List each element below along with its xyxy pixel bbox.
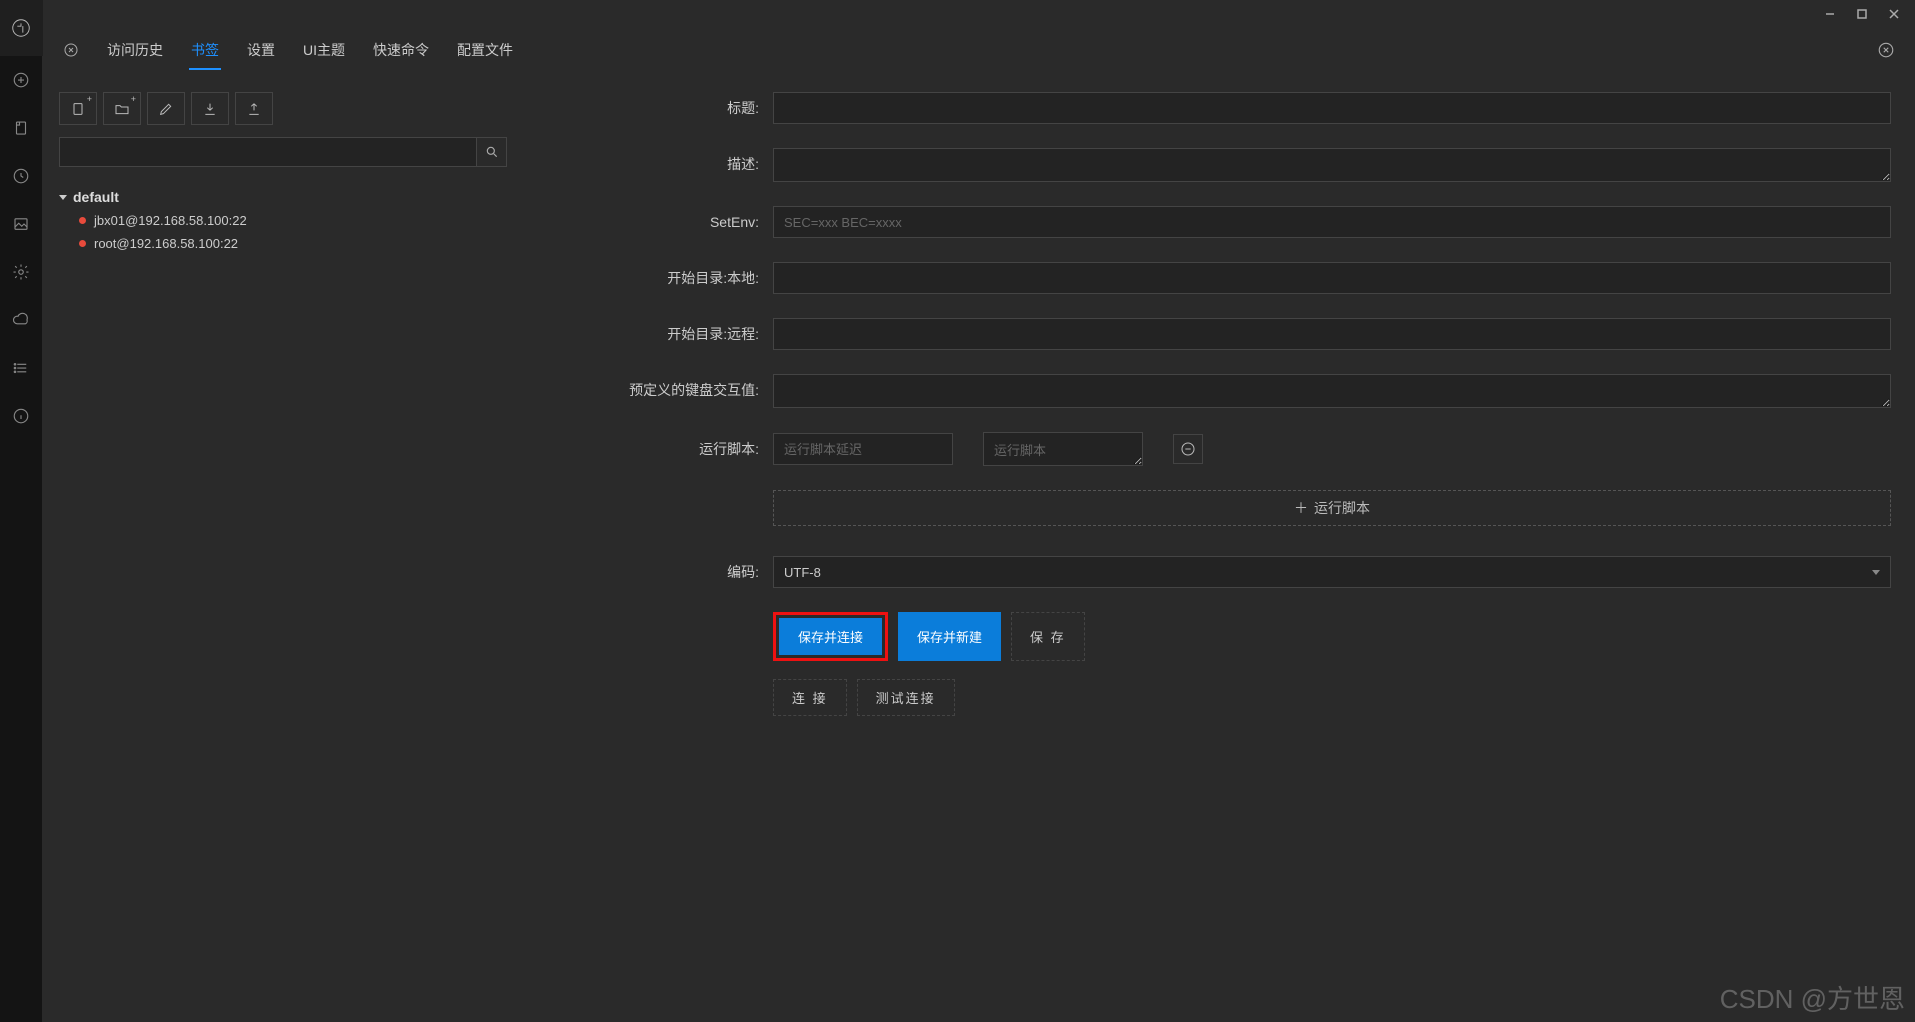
window-close[interactable] — [1879, 3, 1909, 25]
encoding-select[interactable]: UTF-8 — [773, 556, 1891, 588]
tab-config-file[interactable]: 配置文件 — [455, 30, 515, 70]
encoding-value: UTF-8 — [784, 565, 821, 580]
rail-settings[interactable] — [0, 248, 43, 296]
test-connect-button[interactable]: 测试连接 — [857, 679, 955, 716]
rail-list[interactable] — [0, 344, 43, 392]
add-script-label: 运行脚本 — [1314, 498, 1370, 518]
script-label: 运行脚本: — [563, 439, 773, 459]
encoding-label: 编码: — [563, 562, 773, 582]
rail-image[interactable] — [0, 200, 43, 248]
tab-bar: 访问历史 书签 设置 UI主题 快速命令 配置文件 — [43, 28, 1915, 72]
tab-ui-theme[interactable]: UI主题 — [301, 30, 347, 70]
rail-history[interactable] — [0, 152, 43, 200]
setenv-label: SetEnv: — [563, 214, 773, 230]
keyboard-textarea[interactable] — [773, 374, 1891, 408]
tab-settings[interactable]: 设置 — [245, 30, 277, 70]
status-dot-icon — [79, 240, 86, 247]
keyboard-label: 预定义的键盘交互值: — [563, 374, 773, 400]
save-new-button[interactable]: 保存并新建 — [898, 612, 1001, 661]
rail-add[interactable] — [0, 56, 43, 104]
export-button[interactable] — [235, 92, 273, 125]
main-column: 访问历史 书签 设置 UI主题 快速命令 配置文件 + + — [43, 0, 1915, 1022]
group-label: default — [73, 189, 119, 205]
bookmark-search — [59, 137, 507, 167]
rail-info[interactable] — [0, 392, 43, 440]
highlight-annotation: 保存并连接 — [773, 612, 888, 661]
save-button[interactable]: 保 存 — [1011, 612, 1085, 661]
bookmark-item[interactable]: root@192.168.58.100:22 — [59, 232, 507, 255]
rail-cloud[interactable] — [0, 296, 43, 344]
start-local-label: 开始目录:本地: — [563, 268, 773, 288]
edit-button[interactable] — [147, 92, 185, 125]
tab-history[interactable]: 访问历史 — [105, 30, 165, 70]
title-label: 标题: — [563, 98, 773, 118]
nav-rail — [0, 0, 43, 1022]
add-script-button[interactable]: ＋ 运行脚本 — [773, 490, 1891, 526]
app-logo — [0, 0, 43, 56]
window-maximize[interactable] — [1847, 3, 1877, 25]
bookmark-panel: + + — [43, 72, 523, 1022]
start-local-input[interactable] — [773, 262, 1891, 294]
bookmark-group[interactable]: default — [59, 185, 507, 209]
desc-label: 描述: — [563, 148, 773, 174]
content: + + — [43, 72, 1915, 1022]
status-dot-icon — [79, 217, 86, 224]
script-delay-input[interactable] — [773, 433, 953, 465]
start-remote-label: 开始目录:远程: — [563, 324, 773, 344]
plus-icon: ＋ — [1294, 498, 1308, 518]
tab-quick-cmd[interactable]: 快速命令 — [371, 30, 431, 70]
bookmark-label: root@192.168.58.100:22 — [94, 236, 238, 251]
desc-textarea[interactable] — [773, 148, 1891, 182]
bookmark-label: jbx01@192.168.58.100:22 — [94, 213, 247, 228]
secondary-button-row: 连 接 测试连接 — [773, 679, 1891, 716]
save-connect-button[interactable]: 保存并连接 — [779, 618, 882, 655]
tab-bookmarks[interactable]: 书签 — [189, 30, 221, 70]
chevron-down-icon — [1872, 570, 1880, 575]
search-input[interactable] — [59, 137, 477, 167]
bookmark-toolbar: + + — [59, 92, 507, 125]
search-button[interactable] — [477, 137, 507, 167]
window-minimize[interactable] — [1815, 3, 1845, 25]
script-text-textarea[interactable] — [983, 432, 1143, 466]
rail-doc[interactable] — [0, 104, 43, 152]
title-input[interactable] — [773, 92, 1891, 124]
import-button[interactable] — [191, 92, 229, 125]
start-remote-input[interactable] — [773, 318, 1891, 350]
window-titlebar — [43, 0, 1915, 28]
primary-button-row: 保存并连接 保存并新建 保 存 — [773, 612, 1891, 661]
caret-down-icon — [59, 195, 67, 200]
panel-close-icon[interactable] — [1875, 39, 1897, 61]
new-folder-button[interactable]: + — [103, 92, 141, 125]
new-bookmark-button[interactable]: + — [59, 92, 97, 125]
close-tab-icon[interactable] — [61, 40, 81, 60]
setenv-input[interactable] — [773, 206, 1891, 238]
connect-button[interactable]: 连 接 — [773, 679, 847, 716]
bookmark-item[interactable]: jbx01@192.168.58.100:22 — [59, 209, 507, 232]
remove-script-button[interactable] — [1173, 434, 1203, 464]
detail-panel: 标题: 描述: SetEnv: 开始目录:本地: 开始目录:远程: 预定义的键盘 — [523, 72, 1915, 1022]
